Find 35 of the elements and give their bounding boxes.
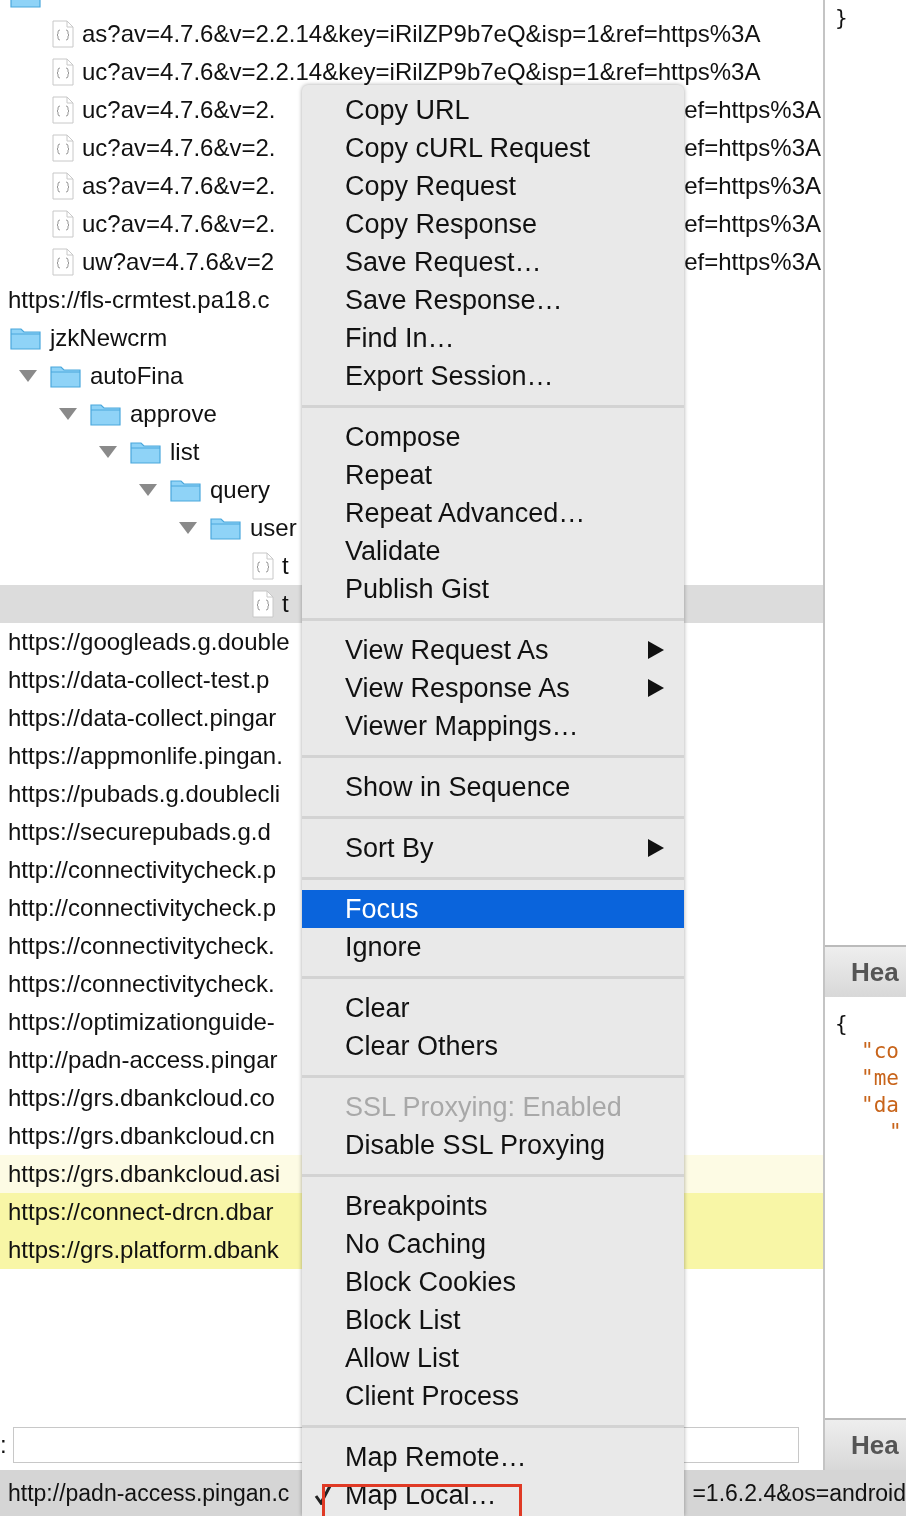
request-name: t bbox=[282, 590, 289, 618]
status-url: http://padn-access.pingan.c bbox=[8, 1479, 290, 1507]
folder-name: query bbox=[210, 476, 271, 504]
status-url-fragment: =1.6.2.4&os=android bbox=[692, 1479, 906, 1507]
folder-name: autoFina bbox=[90, 362, 184, 390]
request-name: as?av=4.7.6&v=2.2.14&key=iRilZP9b7eQ&isp=1&ref=https%3A bbox=[82, 20, 761, 48]
folder-name: jzkNewcrm bbox=[50, 324, 168, 352]
json-key: "da bbox=[835, 1092, 906, 1119]
request-name: t bbox=[282, 552, 289, 580]
host-url: https://grs.dbankcloud.asi bbox=[8, 1160, 281, 1188]
request-name: uc?av=4.7.6&v=2. bbox=[82, 96, 276, 124]
request-name-fragment: ef=https%3A bbox=[684, 96, 821, 124]
host-url: https://connect-drcn.dbar bbox=[8, 1198, 274, 1226]
filter-label: : bbox=[0, 1431, 7, 1459]
code-text: } bbox=[834, 5, 849, 30]
code-text: { bbox=[835, 1011, 849, 1038]
request-name-fragment: ef=https%3A bbox=[684, 172, 821, 200]
request-name: uw?av=4.7.6&v=2 bbox=[82, 248, 275, 276]
folder-name: user bbox=[250, 514, 297, 542]
host-url: https://grs.platform.dbank bbox=[8, 1236, 279, 1264]
request-name-fragment: ef=https%3A bbox=[684, 210, 821, 238]
request-name-fragment: ef=https%3A bbox=[684, 248, 821, 276]
request-name: uc?av=4.7.6&v=2. bbox=[82, 134, 276, 162]
json-key: " bbox=[835, 1119, 906, 1146]
host-url: http://connectivitycheck.p bbox=[8, 856, 277, 884]
request-name: uc?av=4.7.6&v=2. bbox=[82, 210, 276, 238]
folder-name: list bbox=[170, 438, 200, 466]
request-name-fragment: ef=https%3A bbox=[684, 134, 821, 162]
json-key: "co bbox=[835, 1038, 906, 1065]
host-url: https://appmonlife.pingan. bbox=[8, 742, 283, 770]
request-name: as?av=4.7.6&v=2. bbox=[82, 172, 276, 200]
folder-name: approve bbox=[130, 400, 217, 428]
json-key: "me bbox=[835, 1065, 906, 1092]
host-url: https://connectivitycheck. bbox=[8, 970, 275, 998]
request-name: uc?av=4.7.6&v=2.2.14&key=iRilZP9b7eQ&isp=1&ref=https%3A bbox=[82, 58, 761, 86]
